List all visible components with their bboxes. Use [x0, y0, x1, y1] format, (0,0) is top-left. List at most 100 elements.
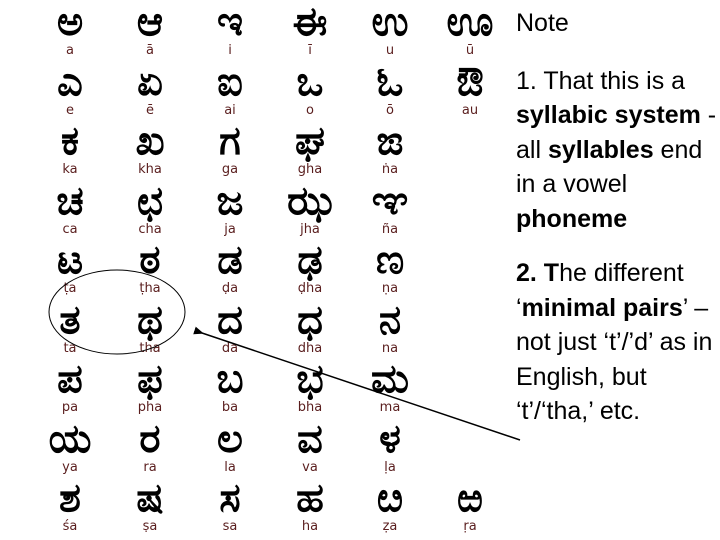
letter-cell: ಣ ṇa	[350, 238, 430, 296]
letter-cell: ಎe	[30, 60, 110, 118]
letter-cell: ಗ ga	[190, 119, 270, 177]
transliteration-label: ḍa	[221, 281, 239, 296]
letter-cell: ಉu	[350, 0, 430, 58]
letter-cell: ಯ ya	[30, 417, 110, 475]
transliteration-label: bha	[297, 400, 323, 415]
letter-cell: ಏē	[110, 60, 190, 118]
letter-cell: ಳ ḷa	[350, 417, 430, 475]
letter-cell: ಜ ja	[190, 179, 270, 237]
kannada-glyph: ಚ	[56, 177, 84, 224]
kannada-glyph: ಛ	[136, 177, 164, 224]
transliteration-label: ṛa	[463, 519, 477, 534]
transliteration-label: e	[66, 102, 74, 118]
kannada-glyph: ಲ	[217, 415, 243, 462]
transliteration-label: ṭa	[63, 281, 77, 296]
letter-cell: ಢ ḍha	[270, 238, 350, 296]
transliteration-label: śa	[62, 519, 78, 534]
kannada-glyph: ಪ	[57, 356, 83, 402]
transliteration-label: ḍha	[297, 281, 323, 296]
kannada-glyph: ಗ	[219, 118, 241, 164]
transliteration-label: kha	[138, 162, 162, 177]
transliteration-label: da	[221, 340, 239, 356]
note-point-2: 2. The different ‘minimal pairs’ – not j…	[516, 259, 713, 425]
letter-cell: ಛ cha	[110, 179, 190, 237]
kannada-glyph: ಷ	[136, 475, 164, 521]
kannada-glyph: ದ	[217, 296, 243, 343]
kannada-glyph: ಭ	[296, 356, 324, 402]
kannada-glyph: ಜ	[216, 177, 244, 224]
kannada-glyph: ಳ	[379, 415, 401, 462]
kannada-glyph: ೞ	[376, 475, 404, 521]
transliteration-label: ma	[379, 400, 401, 415]
letter-cell: ಭ bha	[270, 357, 350, 415]
transliteration-label: ṭha	[139, 281, 161, 296]
letter-cell: ಡ ḍa	[190, 238, 270, 296]
kannada-glyph: ಈ	[292, 0, 328, 45]
letter-cell: ತ ta	[30, 298, 110, 356]
transliteration-label: ja	[224, 221, 236, 237]
kannada-glyph: ಙ	[376, 118, 404, 164]
kannada-glyph: ಔ	[456, 58, 484, 105]
transliteration-label: ga	[221, 162, 239, 177]
kannada-glyph: ಫ	[137, 356, 163, 402]
letter-cell: ಖ kha	[110, 119, 190, 177]
kannada-glyph: ಓ	[376, 58, 404, 105]
kannada-glyph: ವ	[297, 415, 323, 462]
kannada-glyph: ಇ	[217, 0, 243, 45]
letter-cell: ಒo	[270, 60, 350, 118]
kannada-glyph: ಏ	[137, 58, 163, 105]
transliteration-label: ai	[224, 102, 236, 118]
kannada-glyph: ಠ	[139, 237, 161, 283]
letter-cell: ಷ ṣa	[110, 476, 190, 534]
letter-cell: ಙ ṅa	[350, 119, 430, 177]
kannada-glyph: ಖ	[135, 118, 165, 164]
transliteration-label: pa	[61, 400, 79, 415]
note-point-1: 1. That this is a syllabic system - all …	[516, 66, 717, 233]
kannada-glyph: ಸ	[219, 475, 241, 521]
letter-cell: ಹ ha	[270, 476, 350, 534]
transliteration-label: ta	[63, 340, 77, 356]
transliteration-label: ō	[386, 102, 394, 118]
letter-cell: ಝ jha	[270, 179, 350, 237]
kannada-glyph: ಧ	[297, 296, 323, 343]
letter-cell: ಓō	[350, 60, 430, 118]
kannada-glyph: ಝ	[287, 177, 333, 224]
kannada-glyph: ಎ	[57, 58, 83, 105]
kannada-glyph: ಣ	[375, 237, 405, 283]
letter-cell: ಅa	[30, 0, 110, 58]
transliteration-label: ya	[62, 459, 78, 475]
transliteration-label: ba	[221, 400, 239, 415]
letter-cell: ದ da	[190, 298, 270, 356]
transliteration-label: ḷa	[384, 459, 396, 475]
kannada-glyph: ಞ	[371, 177, 409, 224]
transliteration-label: ā	[146, 43, 154, 58]
transliteration-label: o	[306, 102, 314, 118]
transliteration-label: ra	[143, 459, 157, 475]
kannada-glyph: ಹ	[296, 475, 324, 521]
letter-cell: ಪ pa	[30, 357, 110, 415]
transliteration-label: tha	[139, 340, 161, 356]
letter-cell: ಈī	[270, 0, 350, 58]
transliteration-label: i	[228, 43, 232, 58]
kannada-glyph: ಅ	[56, 0, 84, 45]
transliteration-label: ṇa	[381, 281, 399, 296]
letter-cell: ಞ ña	[350, 179, 430, 237]
kannada-glyph: ಘ	[294, 118, 326, 164]
kannada-glyph: ತ	[59, 296, 81, 343]
letter-cell: ಧ dha	[270, 298, 350, 356]
letter-cell: ೞ ẓa	[350, 476, 430, 534]
transliteration-label: ẓa	[382, 519, 398, 534]
letter-cell: ಸ sa	[190, 476, 270, 534]
transliteration-label: a	[66, 43, 74, 58]
letter-cell: ಶ śa	[30, 476, 110, 534]
transliteration-label: pha	[137, 400, 163, 415]
kannada-glyph: ಊ	[446, 0, 494, 45]
letter-cell: ಟ ṭa	[30, 238, 110, 296]
transliteration-label: ē	[146, 102, 154, 118]
kannada-glyph: ಯ	[48, 415, 92, 462]
letter-cell: ಫ pha	[110, 357, 190, 415]
transliteration-label: ū	[465, 43, 475, 58]
transliteration-label: ña	[381, 221, 399, 237]
letter-cell: ಥ tha	[110, 298, 190, 356]
kannada-glyph: ಮ	[370, 356, 410, 402]
